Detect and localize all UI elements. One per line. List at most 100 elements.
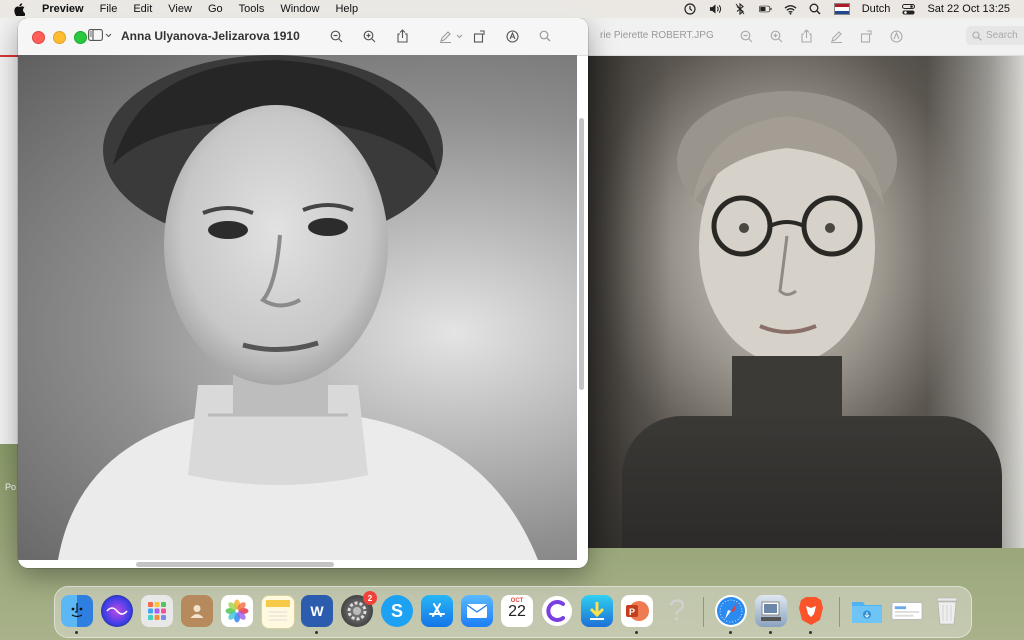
- folder-icon: [852, 602, 882, 623]
- dock-microsoft-word[interactable]: W: [301, 595, 333, 627]
- menu-file[interactable]: File: [100, 3, 118, 15]
- background-preview-window[interactable]: rie Pierette ROBERT.JPG Search: [560, 18, 1024, 548]
- markup-pen-dropdown[interactable]: [455, 28, 463, 44]
- menu-edit[interactable]: Edit: [133, 3, 152, 15]
- ccleaner-icon: [542, 596, 572, 626]
- menu-app-name[interactable]: Preview: [42, 3, 84, 15]
- dock-app-store[interactable]: [421, 595, 453, 627]
- sidebar-icon: [88, 29, 103, 41]
- window-title: Anna Ulyanova-Jelizarova 1910: [121, 29, 300, 43]
- share-button[interactable]: [394, 28, 410, 44]
- dock-help[interactable]: ?: [661, 594, 693, 627]
- menu-tools[interactable]: Tools: [239, 3, 265, 15]
- download-arrow-icon: [589, 602, 605, 620]
- control-center-icon[interactable]: [902, 3, 916, 15]
- chevron-down-icon: [105, 33, 112, 37]
- turtleneck-sweater: [622, 416, 1002, 548]
- notification-badge: 2: [363, 591, 377, 605]
- dock-separator-2: [839, 597, 840, 627]
- battery-icon[interactable]: [758, 3, 772, 15]
- compass-icon: [717, 597, 745, 625]
- dock-contacts[interactable]: [181, 595, 213, 627]
- menu-help[interactable]: Help: [335, 3, 358, 15]
- preview-running-indicator: [769, 631, 772, 634]
- dock-transmit[interactable]: [581, 595, 613, 627]
- input-language-label[interactable]: Dutch: [862, 3, 891, 15]
- preview-photos-icon: [761, 601, 781, 621]
- menu-go[interactable]: Go: [208, 3, 223, 15]
- brave-lion-icon: [799, 597, 823, 625]
- dock-preview[interactable]: [755, 595, 787, 627]
- dock-brave[interactable]: [795, 595, 827, 627]
- dock-finder[interactable]: [61, 595, 93, 627]
- rotate-button[interactable]: [471, 28, 487, 44]
- minimize-window-button[interactable]: [53, 31, 66, 44]
- volume-icon[interactable]: [709, 3, 722, 15]
- svg-text:P: P: [629, 607, 635, 617]
- dock-safari[interactable]: [715, 595, 747, 627]
- dutch-flag-icon[interactable]: [833, 3, 850, 15]
- spotlight-search-icon[interactable]: [809, 3, 822, 15]
- dock-notes[interactable]: [261, 595, 295, 629]
- zoom-out-button[interactable]: [328, 28, 344, 44]
- desktop-file-label[interactable]: Po: [5, 482, 16, 492]
- rotate-icon: [473, 29, 485, 43]
- dock-photos[interactable]: [221, 595, 253, 627]
- menu-window[interactable]: Window: [280, 3, 319, 15]
- app-store-icon: [429, 603, 445, 617]
- markup-toolbar-button[interactable]: [504, 28, 520, 44]
- time-machine-icon[interactable]: [684, 3, 697, 15]
- close-window-button[interactable]: [32, 31, 45, 44]
- preview-window-toolbar: Anna Ulyanova-Jelizarova 1910: [18, 18, 588, 56]
- wifi-icon[interactable]: [784, 3, 797, 15]
- markup-pen-icon[interactable]: [828, 28, 844, 44]
- sidebar-toggle-button[interactable]: [88, 29, 112, 41]
- dock-trash[interactable]: [931, 595, 963, 627]
- dock-separator: [703, 597, 704, 627]
- markup-pen-button[interactable]: [437, 28, 453, 44]
- fullscreen-window-button[interactable]: [74, 31, 87, 44]
- dock-downloads-folder[interactable]: [851, 595, 883, 627]
- portrait-photo-historic-woman: [18, 55, 577, 560]
- menubar-clock[interactable]: Sat 22 Oct 13:25: [927, 3, 1010, 15]
- brave-running-indicator: [809, 631, 812, 634]
- finder-running-indicator: [75, 631, 78, 634]
- portrait-photo-older-woman: [582, 56, 1024, 548]
- dock-recent-window[interactable]: [891, 595, 923, 627]
- rotate-icon[interactable]: [858, 28, 874, 44]
- dock-powerpoint[interactable]: P: [621, 595, 653, 627]
- search-button[interactable]: [537, 28, 553, 44]
- background-window-search-field[interactable]: Search: [966, 26, 1024, 45]
- markup-icon: [505, 29, 519, 43]
- dock-launchpad[interactable]: [141, 595, 173, 627]
- apple-menu-icon[interactable]: [14, 2, 28, 16]
- markup-pen-icon: [439, 30, 451, 43]
- safari-running-indicator: [729, 631, 732, 634]
- horizontal-scrollbar[interactable]: [136, 562, 334, 567]
- background-window-title: rie Pierette ROBERT.JPG: [600, 30, 714, 41]
- dock-siri[interactable]: [101, 595, 133, 627]
- powerpoint-icon: P: [626, 601, 649, 621]
- dock-mail[interactable]: [461, 595, 493, 627]
- dock-calendar[interactable]: OCT 22: [501, 595, 533, 627]
- zoom-in-icon: [363, 30, 375, 42]
- markup-toolbar-icon[interactable]: [888, 28, 904, 44]
- dock-skype[interactable]: S: [381, 595, 413, 627]
- zoom-out-icon[interactable]: [738, 28, 754, 44]
- window-thumbnail-icon: [891, 602, 923, 620]
- dock-ccleaner[interactable]: [541, 595, 573, 627]
- bluetooth-icon[interactable]: [734, 3, 747, 15]
- skype-logo-letter: S: [390, 600, 403, 621]
- preview-window[interactable]: Anna Ulyanova-Jelizarova 1910: [18, 18, 588, 568]
- notes-icon: [266, 600, 290, 621]
- search-placeholder: Search: [986, 30, 1018, 41]
- menu-view[interactable]: View: [168, 3, 192, 15]
- share-icon[interactable]: [798, 28, 814, 44]
- zoom-in-icon[interactable]: [768, 28, 784, 44]
- word-running-indicator: [315, 631, 318, 634]
- question-mark-icon: ?: [668, 594, 686, 627]
- share-icon: [396, 29, 408, 43]
- zoom-in-button[interactable]: [361, 28, 377, 44]
- dock-system-preferences[interactable]: 2: [341, 591, 377, 627]
- vertical-scrollbar[interactable]: [579, 118, 584, 390]
